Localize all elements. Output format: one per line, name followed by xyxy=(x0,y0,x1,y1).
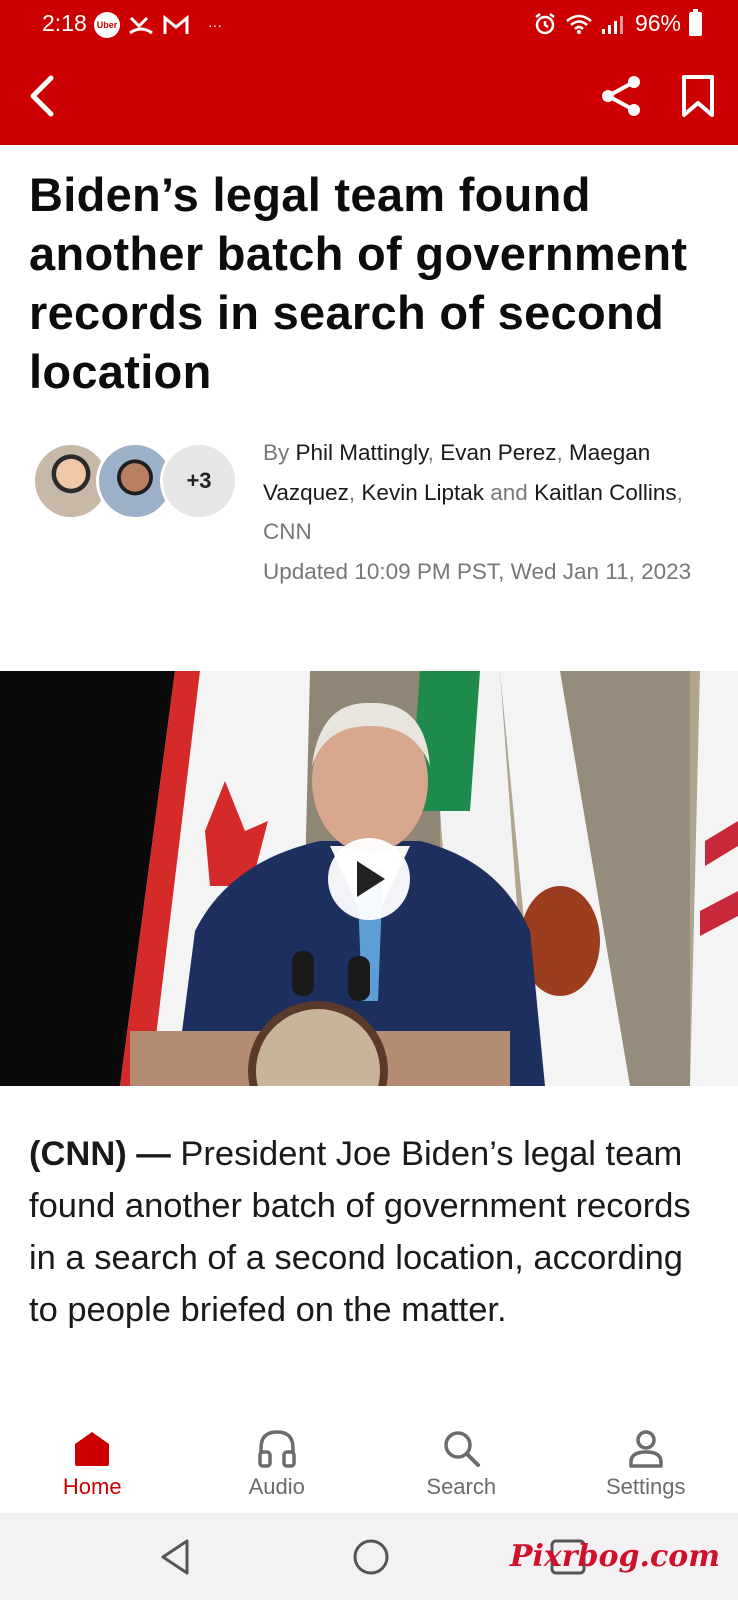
watermark: Pixrbog.com xyxy=(509,1539,720,1574)
nav-item-search[interactable]: Search xyxy=(369,1408,554,1513)
notification-icons: Uber ··· xyxy=(94,12,222,38)
author-link[interactable]: Evan Perez xyxy=(440,440,556,465)
author-link[interactable]: Phil Mattingly xyxy=(296,440,428,465)
byline-authors: By Phil Mattingly, Evan Perez, Maegan Va… xyxy=(263,440,683,544)
signal-icon xyxy=(601,15,623,34)
system-home-button[interactable] xyxy=(349,1535,393,1579)
triangle-back-icon xyxy=(161,1539,189,1575)
alarm-icon xyxy=(535,12,555,34)
byline-conjunction: and xyxy=(490,479,528,505)
headphones-icon xyxy=(258,1430,296,1468)
system-navigation-bar: Pixrbog.com xyxy=(0,1513,738,1600)
author-link[interactable]: Kaitlan Collins xyxy=(534,480,677,505)
wifi-icon xyxy=(566,14,592,34)
search-icon xyxy=(444,1431,481,1467)
nav-item-settings[interactable]: Settings xyxy=(554,1408,738,1513)
play-icon xyxy=(357,861,385,897)
byline-by: By xyxy=(263,440,290,465)
top-app-bar: 2:18 Uber ··· 96% xyxy=(0,0,738,145)
battery-icon xyxy=(689,8,702,36)
missed-call-icon xyxy=(129,16,153,35)
article-dateline: (CNN) — xyxy=(29,1135,171,1173)
battery-percent: 96% xyxy=(634,10,681,36)
gmail-icon xyxy=(163,14,189,34)
back-button[interactable] xyxy=(22,72,62,120)
system-back-button[interactable] xyxy=(153,1535,197,1579)
status-time: 2:18 xyxy=(42,10,87,36)
chevron-left-icon xyxy=(30,75,54,117)
system-status-icons: 96% xyxy=(533,8,702,37)
nav-label-audio: Audio xyxy=(248,1474,305,1499)
nav-label-home: Home xyxy=(62,1474,122,1499)
share-icon xyxy=(602,76,640,116)
nav-label-settings: Settings xyxy=(606,1474,686,1499)
bookmark-icon xyxy=(682,75,714,117)
bookmark-button[interactable] xyxy=(674,72,722,120)
nav-item-audio[interactable]: Audio xyxy=(185,1408,370,1513)
article-headline: Biden’s legal team found another batch o… xyxy=(29,168,688,398)
author-avatars[interactable]: +3 xyxy=(32,442,238,522)
circle-home-icon xyxy=(353,1539,389,1575)
article-byline: By Phil Mattingly, Evan Perez, Maegan Va… xyxy=(263,433,713,591)
nav-label-search: Search xyxy=(426,1474,497,1499)
share-button[interactable] xyxy=(598,72,646,120)
play-button[interactable] xyxy=(328,838,410,920)
author-link[interactable]: Kevin Liptak xyxy=(361,480,484,505)
uber-icon: Uber xyxy=(94,12,120,38)
status-bar: 2:18 Uber ··· 96% xyxy=(0,0,738,48)
nav-item-home[interactable]: Home xyxy=(0,1408,185,1513)
hero-video[interactable] xyxy=(0,671,738,1086)
bottom-navigation: Home Audio Search Settings xyxy=(0,1408,738,1513)
article-timestamp: Updated 10:09 PM PST, Wed Jan 11, 2023 xyxy=(263,558,692,584)
home-icon xyxy=(75,1432,110,1466)
article-paragraph: (CNN) — President Joe Biden’s legal team… xyxy=(29,1128,719,1336)
more-notifications-icon: ··· xyxy=(208,17,222,33)
more-authors-badge: +3 xyxy=(160,442,238,520)
byline-source: CNN xyxy=(263,519,312,544)
person-icon xyxy=(629,1430,663,1468)
